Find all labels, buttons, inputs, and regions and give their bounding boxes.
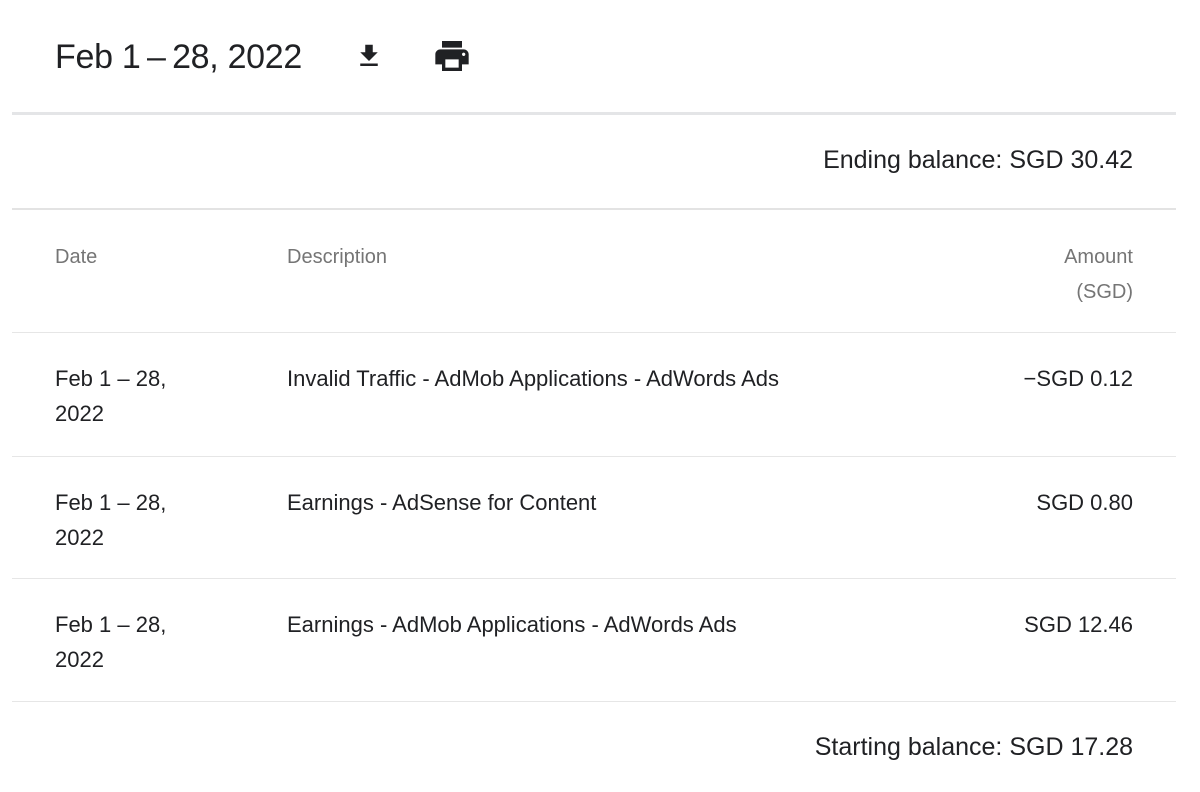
header-divider <box>12 112 1176 115</box>
divider <box>12 208 1176 210</box>
divider <box>12 701 1176 702</box>
row-date-line1: Feb 1 – 28, <box>55 490 167 515</box>
table-row: Feb 1 – 28, 2022 Earnings - AdSense for … <box>0 457 1200 579</box>
print-icon <box>435 41 469 71</box>
row-amount: SGD 0.80 <box>1036 490 1133 515</box>
row-date: Feb 1 – 28, 2022 <box>55 485 205 555</box>
column-header-amount-label: Amount <box>1064 246 1133 268</box>
row-date: Feb 1 – 28, 2022 <box>55 607 205 677</box>
column-header-date: Date <box>55 246 98 268</box>
download-icon <box>360 44 378 66</box>
column-header-amount-unit: (SGD) <box>1076 281 1133 303</box>
column-header-amount: Amount (SGD) <box>1013 240 1133 310</box>
row-date-line1: Feb 1 – 28, <box>55 366 167 391</box>
ending-balance: Ending balance: SGD 30.42 <box>823 146 1133 174</box>
starting-balance: Starting balance: SGD 17.28 <box>814 733 1133 761</box>
row-amount: −SGD 0.12 <box>1023 366 1133 391</box>
row-date-line1: Feb 1 – 28, <box>55 612 167 637</box>
row-date: Feb 1 – 28, 2022 <box>55 361 205 431</box>
row-date-line2: 2022 <box>55 401 104 426</box>
row-date-line2: 2022 <box>55 525 104 550</box>
print-button[interactable] <box>430 34 474 78</box>
row-description: Earnings - AdSense for Content <box>287 490 597 515</box>
row-description: Invalid Traffic - AdMob Applications - A… <box>287 366 779 391</box>
row-date-line2: 2022 <box>55 647 104 672</box>
table-row: Feb 1 – 28, 2022 Earnings - AdMob Applic… <box>0 579 1200 701</box>
row-amount: SGD 12.46 <box>1024 612 1133 637</box>
header-actions <box>55 30 555 84</box>
download-button[interactable] <box>347 34 391 78</box>
row-description: Earnings - AdMob Applications - AdWords … <box>287 612 737 637</box>
column-header-description: Description <box>287 246 388 268</box>
table-row: Feb 1 – 28, 2022 Invalid Traffic - AdMob… <box>0 333 1200 455</box>
